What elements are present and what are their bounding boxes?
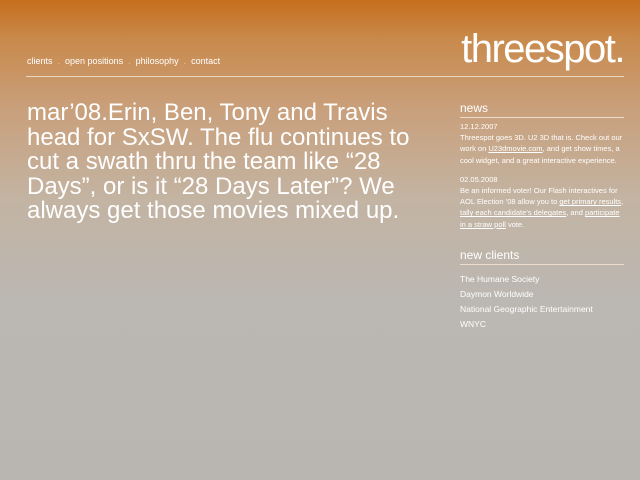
- delegates-link[interactable]: tally each candidate’s delegates: [460, 208, 566, 217]
- news-item: 12.12.2007 Threespot goes 3D. U2 3D that…: [460, 121, 624, 166]
- primary-results-link[interactable]: get primary results: [559, 197, 621, 206]
- news-heading: news: [460, 101, 624, 118]
- nav-clients[interactable]: clients: [27, 56, 53, 66]
- news-date: 02.05.2008: [460, 174, 498, 184]
- news-text: vote.: [505, 219, 525, 229]
- threespot-logo[interactable]: threespot.: [461, 29, 625, 69]
- nav-contact[interactable]: contact: [191, 56, 220, 66]
- news-text: , and: [566, 208, 585, 218]
- u23dmovie-link[interactable]: U23dmovie.com: [488, 144, 542, 153]
- headline: mar’08.Erin, Ben, Tony and Travis head f…: [27, 99, 410, 224]
- header-divider: [26, 76, 624, 77]
- nav-separator: .: [57, 56, 61, 66]
- news-item: 02.05.2008 Be an informed voter! Our Fla…: [460, 174, 624, 230]
- nav-open-positions[interactable]: open positions: [65, 56, 123, 66]
- nav-separator: .: [183, 56, 187, 66]
- main-nav: clients. open positions. philosophy. contac…: [27, 56, 220, 66]
- client-item: Daymon Worldwide: [460, 288, 534, 299]
- client-item: WNYC: [460, 318, 486, 329]
- client-item: The Humane Society: [460, 273, 540, 284]
- news-text: ,: [621, 197, 624, 207]
- client-item: National Geographic Entertainment: [460, 303, 593, 314]
- news-date: 12.12.2007: [460, 122, 498, 131]
- nav-philosophy[interactable]: philosophy: [136, 56, 179, 66]
- sidebar: news 12.12.2007 Threespot goes 3D. U2 3D…: [460, 101, 624, 332]
- new-clients-heading: new clients: [460, 248, 624, 265]
- client-list: The Humane Society Daymon Worldwide Nati…: [460, 272, 624, 332]
- nav-separator: .: [128, 56, 131, 66]
